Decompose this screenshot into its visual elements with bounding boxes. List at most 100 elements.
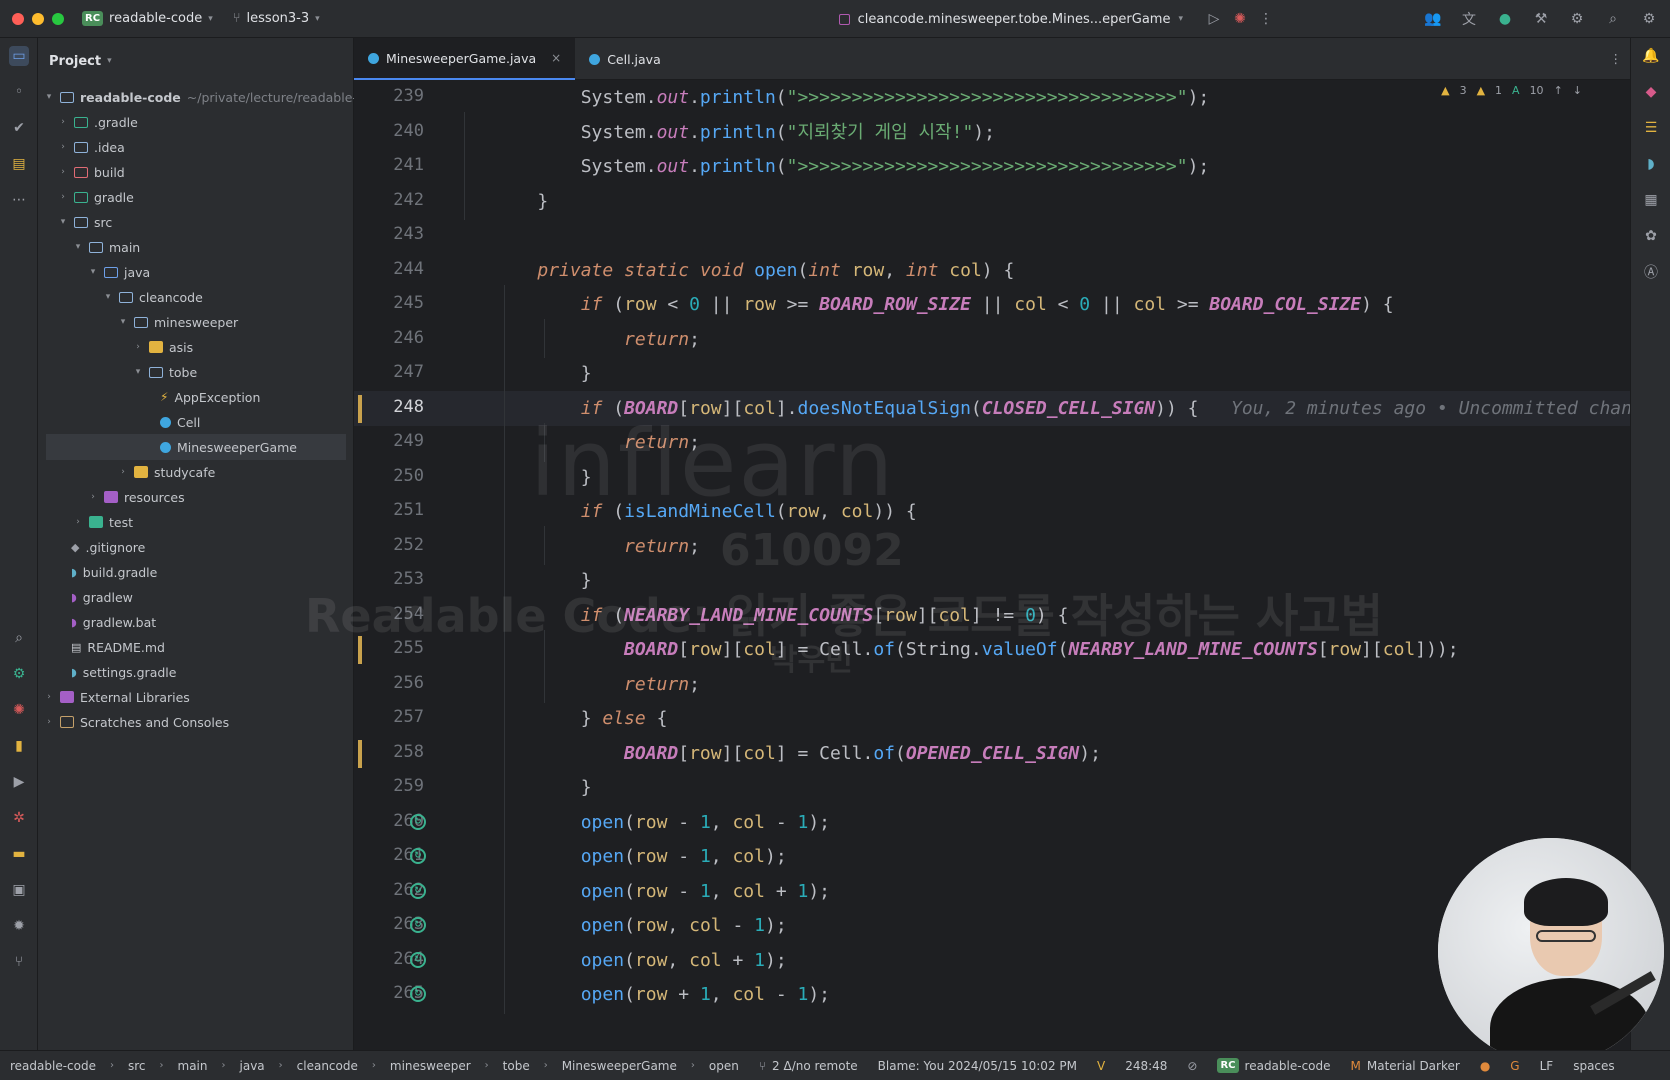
table-panel-icon[interactable]: ▦ — [1641, 190, 1661, 210]
vcs-change-marker[interactable] — [358, 739, 362, 768]
code-line[interactable]: } — [494, 770, 592, 805]
build-tools-icon[interactable]: ⚒ — [1532, 10, 1550, 28]
git-graph-icon[interactable]: ✲ — [9, 808, 29, 828]
code-line[interactable]: BOARD[row][col] = Cell.of(OPENED_CELL_SI… — [494, 736, 1101, 771]
tree-item[interactable]: ▾ main — [73, 234, 141, 260]
recursive-call-icon[interactable]: ↻ — [410, 882, 426, 899]
google-icon[interactable]: G — [1510, 1059, 1519, 1073]
breadcrumb-item[interactable]: tobe — [503, 1059, 530, 1073]
line-number[interactable]: 251 — [354, 500, 424, 520]
tree-item[interactable]: ▤ README.md — [71, 634, 165, 660]
tree-item[interactable]: ◗ gradlew — [71, 584, 133, 610]
breadcrumb-item[interactable]: readable-code — [10, 1059, 96, 1073]
line-number[interactable]: 244 — [354, 259, 424, 279]
database-panel-icon[interactable]: ☰ — [1641, 118, 1661, 138]
tree-item[interactable]: Cell — [160, 409, 200, 435]
code-line[interactable]: open(row + 1, col - 1); — [494, 977, 830, 1012]
project-tool-icon[interactable]: ▭ — [9, 46, 29, 66]
tree-item[interactable]: › studycafe — [118, 459, 215, 485]
breadcrumb-item[interactable]: src — [128, 1059, 146, 1073]
search-icon[interactable]: ⌕ — [1604, 10, 1622, 28]
plugin-panel-icon[interactable]: ◆ — [1641, 82, 1661, 102]
line-number[interactable]: 253 — [354, 569, 424, 589]
recursive-call-icon[interactable]: ↻ — [410, 917, 426, 933]
commit-icon[interactable]: ◦ — [9, 82, 29, 102]
code-line[interactable]: return; — [494, 425, 700, 460]
tree-item[interactable]: ▾ cleancode — [103, 284, 203, 310]
close-window-button[interactable] — [12, 12, 24, 25]
code-line[interactable]: return; — [494, 322, 700, 357]
code-line[interactable]: if (isLandMineCell(row, col)) { — [494, 494, 917, 529]
tree-item[interactable]: ◗ gradlew.bat — [71, 609, 156, 635]
tab-cell[interactable]: Cell.java — [575, 38, 675, 80]
breadcrumb-item[interactable]: minesweeper — [390, 1059, 471, 1073]
run-config-selector[interactable]: cleancode.minesweeper.tobe.Mines...eperG… — [838, 0, 1275, 38]
tree-item-selected[interactable]: MinesweeperGame — [46, 434, 346, 460]
line-number[interactable]: 256 — [354, 673, 424, 693]
code-line[interactable]: } — [494, 460, 592, 495]
blame-status[interactable]: Blame: You 2024/05/15 10:02 PM — [878, 1059, 1077, 1073]
more-tools-icon[interactable]: ⋯ — [9, 190, 29, 210]
branch-switcher[interactable]: ⑂ lesson3-3 ▾ — [233, 11, 320, 26]
line-number[interactable]: 258 — [354, 742, 424, 762]
recursive-call-icon[interactable]: ↻ — [410, 813, 426, 830]
code-line[interactable]: return; — [494, 667, 700, 702]
code-line[interactable]: } — [494, 356, 592, 391]
line-number[interactable]: 255 — [354, 638, 424, 658]
breadcrumb-item[interactable]: cleancode — [297, 1059, 358, 1073]
line-number[interactable]: 257 — [354, 707, 424, 727]
readonly-icon[interactable]: ⊘ — [1187, 1059, 1197, 1073]
maximize-window-button[interactable] — [52, 12, 64, 25]
recursive-call-icon[interactable]: ↻ — [410, 986, 426, 1002]
vcs-change-marker[interactable] — [358, 394, 362, 423]
notifications-icon[interactable]: 🔔 — [1641, 46, 1661, 66]
tree-item[interactable]: ▾ src — [58, 209, 113, 235]
breadcrumb-item[interactable]: java — [240, 1059, 265, 1073]
debug-tool-icon[interactable]: ✺ — [9, 700, 29, 720]
line-number[interactable]: 250 — [354, 466, 424, 486]
breadcrumb-item[interactable]: open — [709, 1059, 739, 1073]
tab-minesweepergame[interactable]: MinesweeperGame.java × — [354, 38, 576, 80]
code-line[interactable]: open(row - 1, col - 1); — [494, 805, 830, 840]
next-highlight-icon[interactable]: ↓ — [1573, 84, 1582, 97]
project-switcher[interactable]: RC readable-code ▾ — [82, 11, 213, 26]
close-icon[interactable]: × — [551, 51, 561, 65]
tree-item[interactable]: › asis — [133, 334, 193, 360]
todo-icon[interactable]: ▬ — [9, 844, 29, 864]
breadcrumb-item[interactable]: main — [178, 1059, 208, 1073]
code-line[interactable]: open(row, col - 1); — [494, 908, 787, 943]
theme-status[interactable]: M Material Darker — [1351, 1059, 1460, 1073]
vcs-change-marker[interactable] — [358, 636, 362, 664]
code-with-me-icon[interactable]: 👥 — [1424, 10, 1442, 28]
caret-position[interactable]: 248:48 — [1125, 1059, 1167, 1073]
code-line[interactable]: if (row < 0 || row >= BOARD_ROW_SIZE || … — [494, 287, 1394, 322]
line-number[interactable]: 243 — [354, 224, 424, 244]
tree-item[interactable]: ▾ tobe — [133, 359, 197, 385]
run-tool-icon[interactable]: ▶ — [9, 772, 29, 792]
line-number[interactable]: 259 — [354, 776, 424, 796]
git-icon[interactable]: ⑂ — [9, 952, 29, 972]
inspection-widget[interactable]: ▲ 3 ▲ 1 A 10 ↑ ↓ — [1441, 84, 1582, 97]
translate-icon[interactable]: 文 — [1460, 10, 1478, 28]
line-number[interactable]: 240 — [354, 121, 424, 141]
run-icon[interactable]: ▷ — [1205, 10, 1223, 28]
code-line[interactable]: open(row, col + 1); — [494, 943, 787, 978]
tab-menu-icon[interactable]: ⋮ — [1610, 51, 1623, 66]
vim-icon[interactable]: V — [1097, 1059, 1105, 1073]
line-number[interactable]: 248 — [354, 397, 424, 417]
tree-item[interactable]: › resources — [88, 484, 184, 510]
ai-assistant-icon[interactable]: ● — [1496, 10, 1514, 28]
text-panel-icon[interactable]: Ⓐ — [1641, 262, 1661, 282]
project-panel-header[interactable]: Project ▾ — [38, 38, 353, 84]
previous-highlight-icon[interactable]: ↑ — [1554, 84, 1563, 97]
tree-item[interactable]: ◗ settings.gradle — [71, 659, 176, 685]
project-status[interactable]: RC readable-code — [1217, 1058, 1331, 1073]
code-line[interactable]: open(row - 1, col + 1); — [494, 874, 830, 909]
ai-panel-icon[interactable]: ✿ — [1641, 226, 1661, 246]
line-number[interactable]: 254 — [354, 604, 424, 624]
settings-icon[interactable]: ⚙ — [1640, 10, 1658, 28]
database-icon[interactable]: ▮ — [9, 736, 29, 756]
terminal-icon[interactable]: ▣ — [9, 880, 29, 900]
tree-item[interactable]: ⚡ AppException — [160, 384, 260, 410]
plugin-icon[interactable]: ⚙ — [1568, 10, 1586, 28]
